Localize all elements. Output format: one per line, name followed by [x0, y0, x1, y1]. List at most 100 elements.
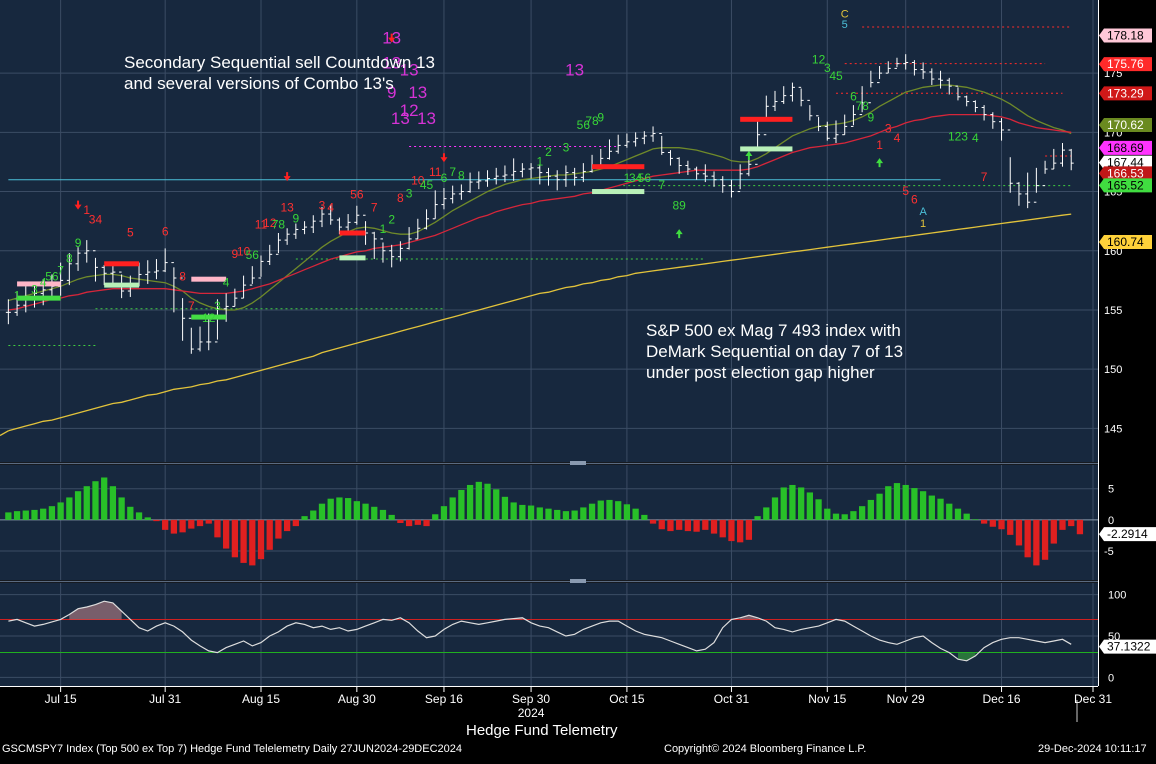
setup-marker-letter: A [919, 206, 927, 218]
oscillator-bar [336, 497, 343, 520]
sequential-countdown-13: 13 [565, 61, 584, 80]
x-axis-tick-label: Oct 31 [714, 692, 750, 706]
sequential-setup-count: 1 [14, 288, 21, 302]
sequential-setup-count: 9 [293, 211, 300, 225]
tdst-level-bar [104, 261, 140, 267]
oscillator-bar [824, 508, 831, 520]
tdst-level-bar [339, 255, 366, 261]
sequential-setup-count: 6 [911, 192, 918, 206]
oscillator-bar [562, 511, 570, 520]
rsi-axis-tick-label: 0 [1108, 672, 1114, 684]
oscillator-bar [937, 498, 944, 520]
sequential-setup-count: 4 [223, 275, 230, 289]
price-tag-value: -2.2914 [1107, 527, 1148, 541]
setup-marker-letter: 1 [920, 218, 926, 230]
oscillator-bar [162, 519, 169, 530]
sequential-setup-count: 1 [380, 222, 387, 236]
oscillator-bar [989, 519, 996, 527]
oscillator-bar [135, 512, 143, 520]
sequential-setup-count: 7 [188, 299, 195, 313]
oscillator-bar [876, 493, 883, 520]
price-tag-value: 173.29 [1107, 86, 1144, 100]
oscillator-bar [371, 506, 378, 520]
oscillator-bar [310, 510, 317, 520]
oscillator-bar [615, 501, 622, 520]
x-axis-tick-label: Jul 31 [149, 692, 181, 706]
sequential-setup-count: 3 [885, 121, 892, 135]
price-axis-tick-label: 150 [1104, 364, 1122, 376]
oscillator-bar [737, 519, 744, 543]
oscillator-bar [432, 514, 439, 520]
sequential-setup-count: 78 [272, 217, 286, 231]
oscillator-bar [284, 519, 291, 532]
x-axis-tick-label: Aug 15 [242, 692, 280, 706]
oscillator-bar [841, 514, 848, 520]
oscillator-bar [632, 508, 639, 520]
oscillator-bar [597, 500, 604, 520]
divider-grip[interactable] [570, 579, 586, 583]
oscillator-bar [205, 519, 212, 524]
oscillator-bar [684, 519, 692, 532]
sequential-setup-count: 3 [563, 140, 570, 154]
sequential-setup-count: 8 [66, 252, 73, 266]
sequential-setup-count: 7 [658, 178, 665, 192]
oscillator-bar [388, 514, 395, 520]
oscillator-bar [1015, 519, 1023, 546]
setup-marker-letter: 5 [842, 19, 848, 31]
oscillator-bar [963, 513, 970, 520]
sequential-setup-count: 9 [597, 111, 604, 125]
oscillator-bar [292, 519, 299, 527]
oscillator-bar [536, 507, 543, 520]
x-axis-tick-label: Dec 16 [983, 692, 1021, 706]
sequential-setup-count: 123 [948, 130, 968, 144]
oscillator-bar [771, 497, 779, 520]
oscillator-bar [545, 508, 552, 520]
oscillator-bar [40, 508, 47, 520]
price-tag-value: 37.1322 [1107, 640, 1151, 654]
oscillator-bar [606, 499, 613, 520]
oscillator-bar [893, 483, 901, 520]
rsi-axis-tick-label: 100 [1108, 590, 1126, 602]
tdst-level-bar [592, 164, 645, 170]
divider-grip[interactable] [570, 461, 586, 465]
oscillator-bar [13, 511, 21, 520]
sequential-setup-count: 45 [420, 178, 434, 192]
oscillator-bar [92, 481, 99, 520]
oscillator-bar [867, 499, 874, 520]
oscillator-bar [1024, 519, 1031, 558]
tdst-level-bar [740, 146, 793, 152]
oscillator-bar [188, 519, 195, 529]
annotation-sp500-ex-mag7: S&P 500 ex Mag 7 493 index with DeMark S… [646, 321, 904, 382]
oscillator-bar [710, 519, 718, 534]
oscillator-bar [275, 519, 282, 539]
sequential-setup-count: 2 [545, 145, 552, 159]
oscillator-bar [301, 516, 308, 520]
price-level-tag: 178.18 [1099, 28, 1152, 43]
sequential-setup-count: 4 [327, 201, 334, 215]
oscillator-bar [798, 487, 805, 520]
oscillator-bar [466, 484, 474, 520]
x-axis-tick-label: Aug 30 [338, 692, 376, 706]
bloomberg-chart-window: 1 3 4 56 7 8 9 1 34 5 6 8 7 12 3 4 9 10 56 11 12 78 13 9 3 4 56 7 1 2… [0, 0, 1156, 759]
price-level-tag: 168.69 [1099, 140, 1152, 155]
oscillator-bar [74, 491, 82, 520]
price-level-tag: 165.52 [1099, 178, 1152, 193]
chart-canvas: 1 34567891345 6871234910561112781393 456712… [0, 0, 1156, 759]
x-axis-year-label: 2024 [518, 706, 545, 720]
x-axis-tick-label: Nov 15 [808, 692, 846, 706]
price-axis-tick-label: 155 [1104, 305, 1122, 317]
sequential-setup-count: 6 [441, 171, 448, 185]
annotation-secondary-sequential: Secondary Sequential sell Countdown 13 a… [124, 53, 435, 93]
oscillator-bar [266, 519, 273, 550]
tdst-level-bar [339, 230, 366, 236]
oscillator-bar [902, 484, 909, 520]
rsi-last-value-tag: 37.1322 [1099, 639, 1156, 654]
oscillator-bar [5, 512, 12, 520]
oscillator-bar [519, 504, 526, 520]
oscillator-bar [815, 499, 822, 520]
oscillator-bar [414, 519, 421, 525]
oscillator-bar [170, 519, 178, 534]
price-tag-value: 170.62 [1107, 118, 1144, 132]
oscillator-axis-tick-label: -5 [1104, 546, 1114, 558]
price-level-tag: 170.62 [1099, 118, 1152, 132]
